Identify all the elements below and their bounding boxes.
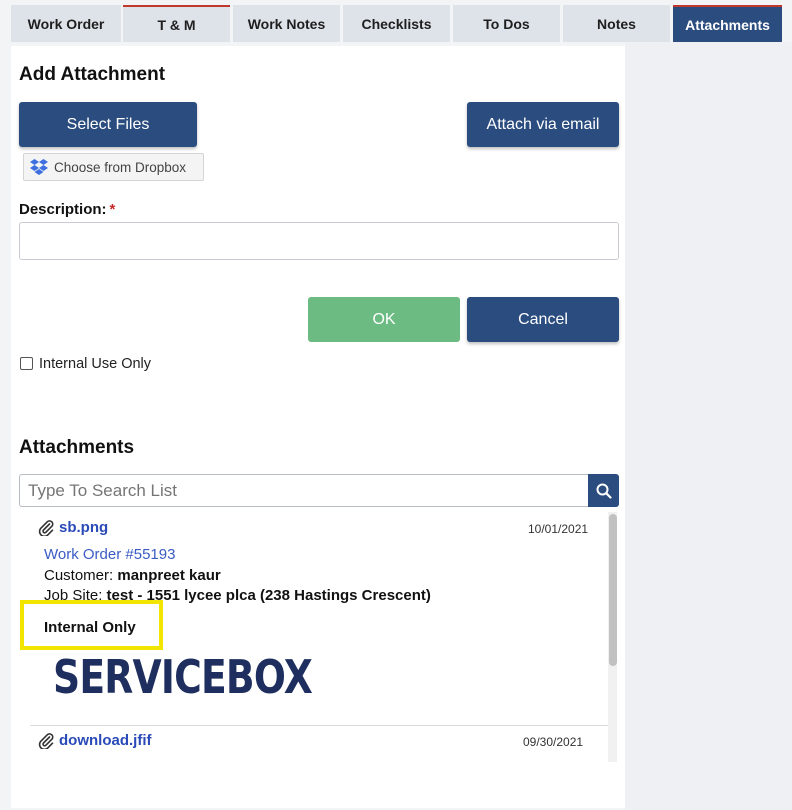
attachment-link[interactable]: sb.png — [38, 519, 108, 536]
description-label: Description: * — [19, 201, 115, 218]
tab-label: Attachments — [685, 16, 770, 33]
select-files-label: Select Files — [66, 115, 150, 133]
list-divider — [30, 725, 608, 726]
attach-via-email-button[interactable]: Attach via email — [467, 102, 619, 147]
attachment-filename: sb.png — [59, 519, 109, 536]
tab-work-notes[interactable]: Work Notes — [233, 5, 340, 42]
dropbox-label: Choose from Dropbox — [54, 159, 187, 175]
internal-use-label: Internal Use Only — [39, 356, 152, 372]
tab-label: Notes — [597, 15, 636, 32]
tab-label: Checklists — [361, 15, 432, 32]
required-marker: * — [109, 201, 116, 218]
tab-notes[interactable]: Notes — [563, 5, 670, 42]
attachments-heading: Attachments — [19, 437, 135, 458]
attachment-link[interactable]: download.jfif — [38, 732, 151, 749]
attach-via-email-label: Attach via email — [486, 115, 600, 133]
attachments-list: sb.png 10/01/2021 Work Order #55193 Cust… — [19, 507, 619, 762]
tab-label: T & M — [157, 16, 196, 33]
servicebox-logo-thumbnail[interactable]: SERVICEBOX — [53, 647, 313, 707]
paperclip-icon — [38, 520, 54, 536]
logo-text: SERVICEBOX — [53, 650, 313, 704]
tab-label: To Dos — [483, 15, 530, 32]
dropbox-icon — [30, 158, 48, 175]
tab-t-and-m[interactable]: T & M — [123, 5, 230, 42]
internal-only-badge: Internal Only — [44, 619, 136, 636]
attachment-date: 10/01/2021 — [528, 522, 589, 536]
customer-value: manpreet kaur — [117, 567, 221, 584]
customer-line: Customer: manpreet kaur — [44, 567, 221, 584]
tab-to-dos[interactable]: To Dos — [453, 5, 560, 42]
tab-work-order[interactable]: Work Order — [11, 5, 121, 42]
internal-use-row: Internal Use Only — [20, 356, 151, 372]
tab-label: Work Order — [27, 15, 105, 32]
tab-bar: Work Order T & M Work Notes Checklists T… — [0, 0, 792, 42]
add-attachment-heading: Add Attachment — [19, 64, 166, 85]
attachment-date: 09/30/2021 — [523, 735, 584, 749]
scrollbar-thumb[interactable] — [609, 514, 617, 666]
tab-attachments[interactable]: Attachments — [673, 5, 782, 42]
search-bar — [19, 474, 619, 507]
paperclip-icon — [38, 733, 54, 749]
search-input[interactable] — [19, 474, 589, 507]
work-order-link[interactable]: Work Order #55193 — [44, 546, 175, 563]
cancel-button[interactable]: Cancel — [467, 297, 619, 342]
ok-button[interactable]: OK — [308, 297, 460, 342]
tab-label: Work Notes — [247, 15, 326, 32]
tab-checklists[interactable]: Checklists — [343, 5, 450, 42]
ok-label: OK — [372, 310, 396, 328]
cancel-label: Cancel — [518, 310, 568, 328]
attachment-filename: download.jfif — [59, 732, 152, 749]
customer-label: Customer: — [44, 567, 114, 584]
description-label-text: Description: — [19, 201, 107, 218]
search-button[interactable] — [588, 474, 619, 507]
select-files-button[interactable]: Select Files — [19, 102, 197, 147]
internal-use-checkbox[interactable] — [20, 356, 33, 370]
side-panel — [625, 42, 792, 810]
description-input[interactable] — [19, 222, 619, 260]
choose-from-dropbox-button[interactable]: Choose from Dropbox — [23, 153, 204, 181]
search-icon — [596, 483, 612, 499]
